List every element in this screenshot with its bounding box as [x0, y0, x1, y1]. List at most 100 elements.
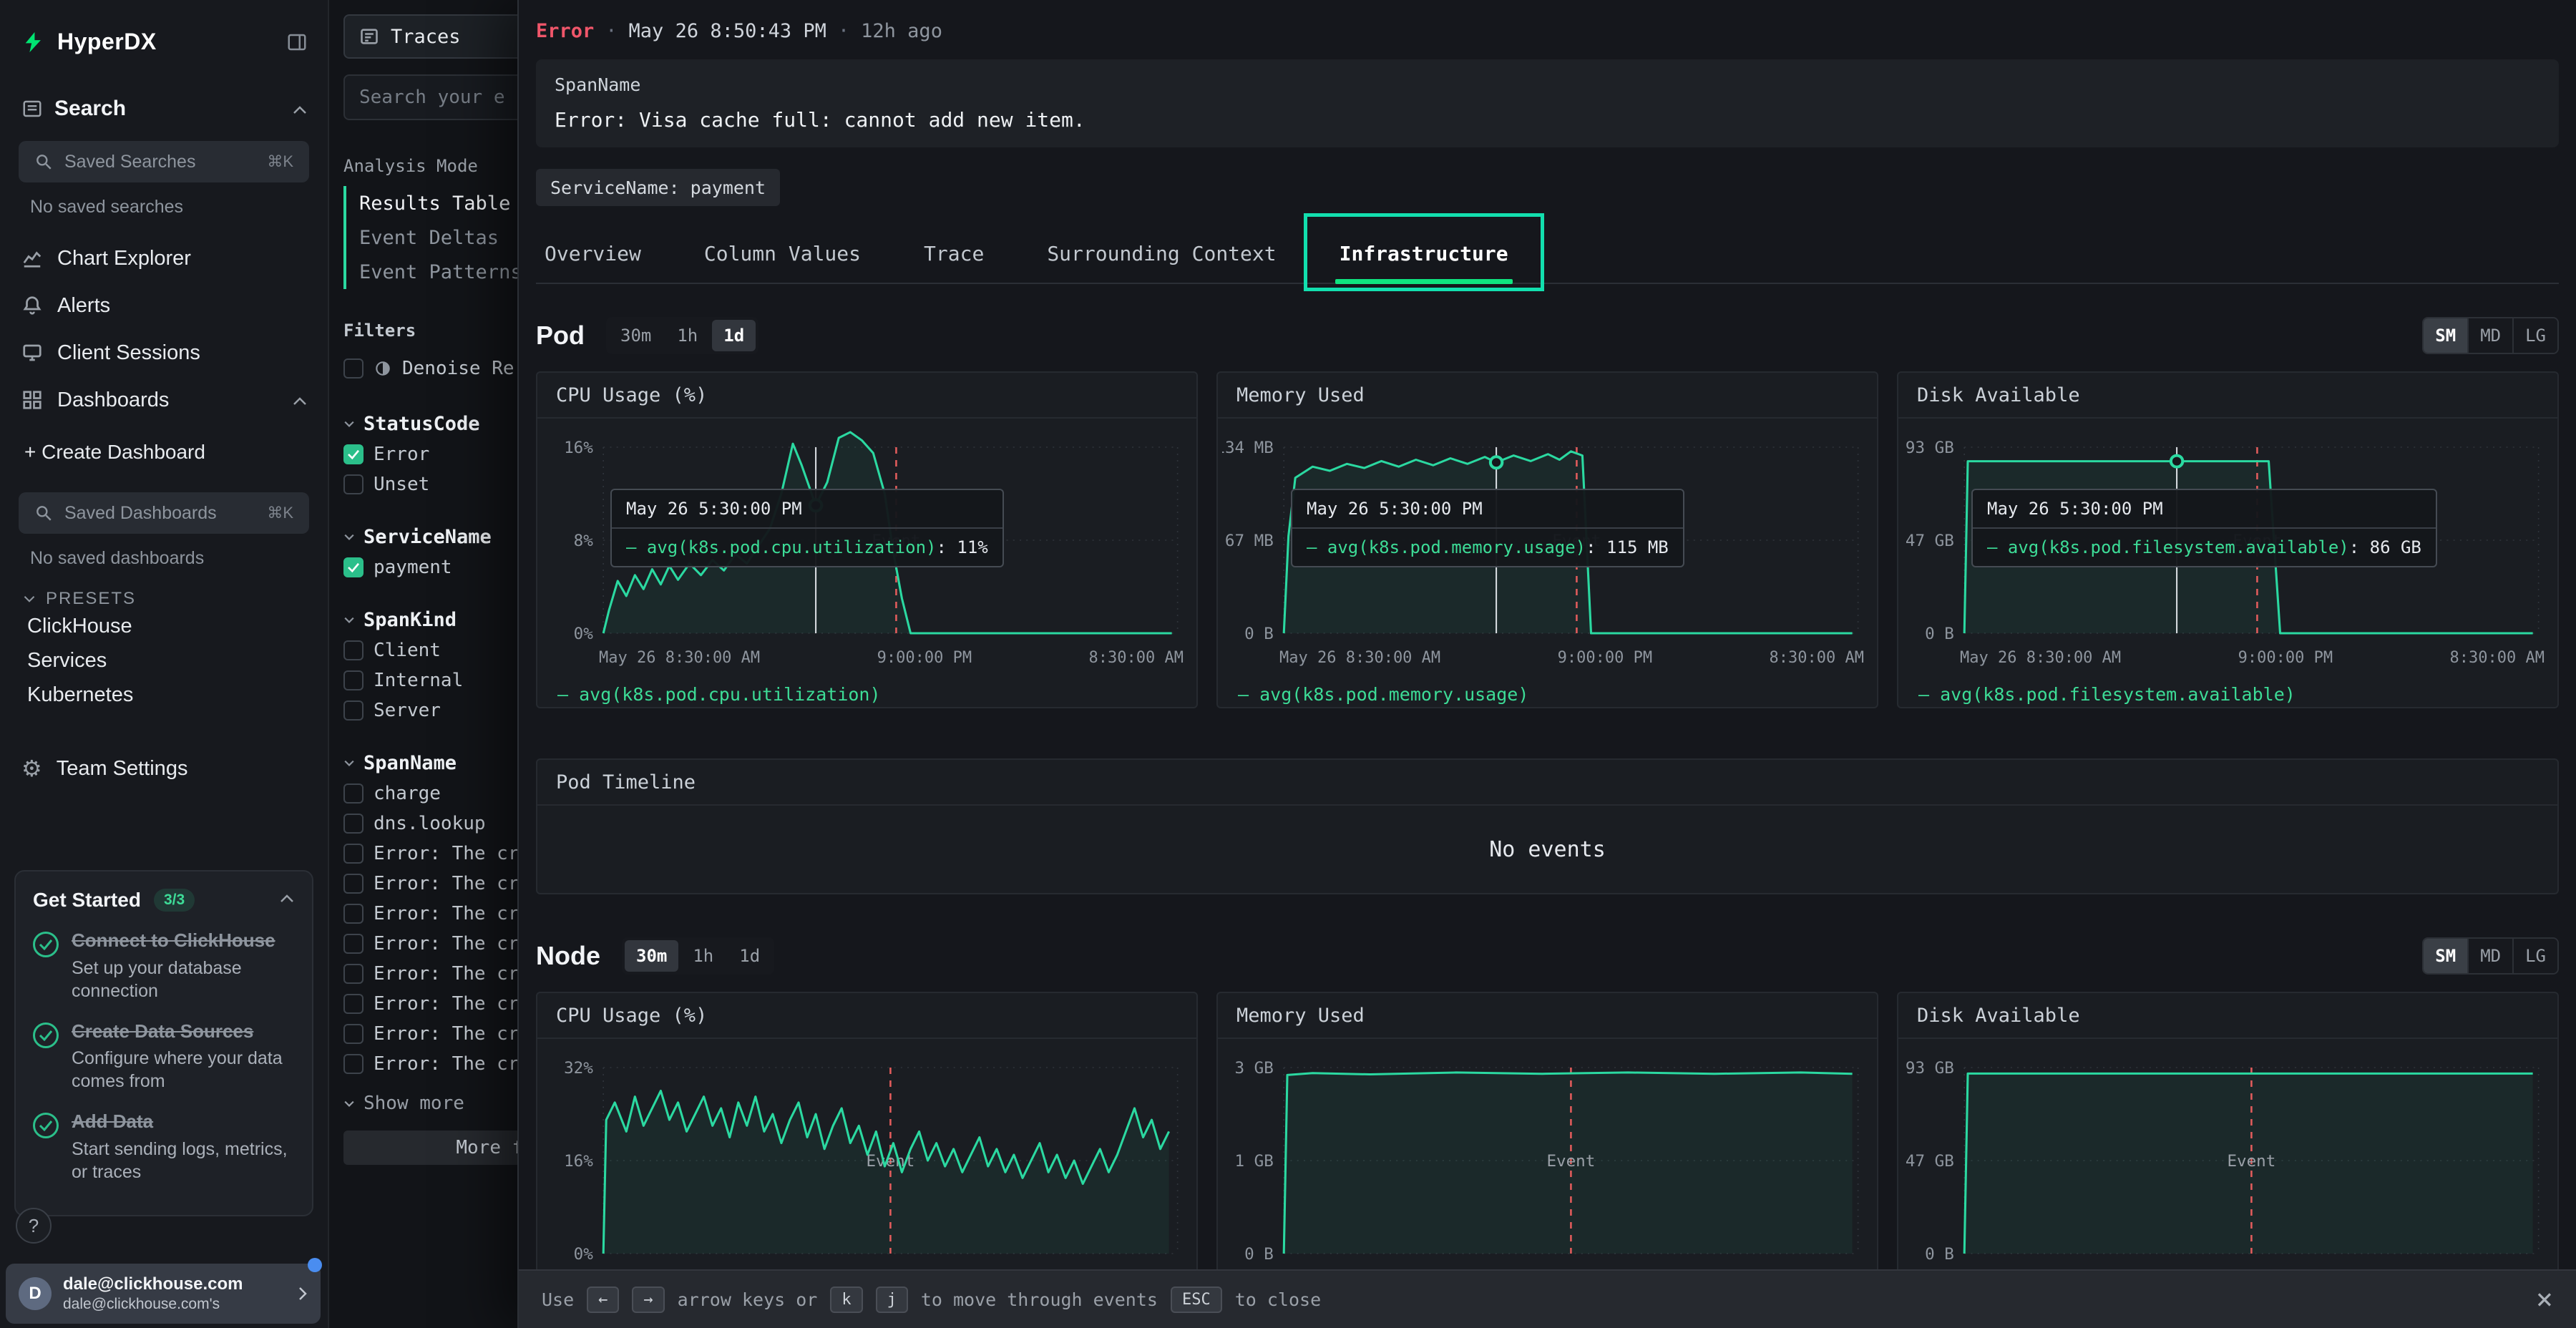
mode-event-deltas[interactable]: Event Deltas [346, 220, 517, 255]
filter-option[interactable]: Client [343, 635, 517, 665]
saved-dashboards-input[interactable]: Saved Dashboards ⌘K [19, 492, 309, 534]
preset-clickhouse[interactable]: ClickHouse [0, 609, 328, 643]
source-select[interactable]: Traces [343, 14, 517, 59]
tab-trace[interactable]: Trace [921, 230, 987, 283]
filter-option[interactable]: Error: The cr [343, 839, 517, 869]
denoise-label: Denoise Re [402, 358, 514, 379]
preset-services[interactable]: Services [0, 643, 328, 678]
create-dashboard-button[interactable]: + Create Dashboard [0, 432, 328, 472]
event-detail-scroll[interactable]: Error · May 26 8:50:43 PM · 12h ago Span… [519, 0, 2576, 1328]
svg-text:47 GB: 47 GB [1906, 532, 1954, 551]
pod-size-md[interactable]: MD [2467, 318, 2512, 353]
tooltip-value: : 11% [936, 537, 987, 557]
checkbox-icon [343, 844, 364, 864]
pod-range-30m[interactable]: 30m [609, 320, 663, 351]
more-filters-button[interactable]: More fil [343, 1131, 517, 1165]
close-icon[interactable]: × [2536, 1285, 2553, 1314]
get-started-item[interactable]: Connect to ClickHouse Set up your databa… [33, 929, 295, 1002]
presets-toggle[interactable]: PRESETS [0, 569, 328, 609]
filter-option-label: Error: The cr [374, 903, 517, 924]
pod-memory-plot[interactable]: 134 MB67 MB0 BEvent May 26 5:30:00 PM — … [1222, 429, 1868, 643]
pod-size-sm[interactable]: SM [2424, 318, 2467, 353]
filter-option[interactable]: Server [343, 695, 517, 726]
filter-group-spankind[interactable]: SpanKind [343, 604, 517, 635]
chart-title: Memory Used [1236, 1005, 1365, 1027]
node-range-30m[interactable]: 30m [625, 940, 678, 972]
show-more-button[interactable]: Show more [343, 1088, 517, 1119]
filter-option[interactable]: Error: The cr [343, 869, 517, 899]
filter-option[interactable]: Error: The cr [343, 959, 517, 989]
pod-size-lg[interactable]: LG [2512, 318, 2557, 353]
j-key[interactable]: j [876, 1286, 908, 1313]
span-message-box: SpanName Error: Visa cache full: cannot … [536, 59, 2559, 147]
filter-option[interactable]: dns.lookup [343, 809, 517, 839]
node-range-1d[interactable]: 1d [728, 940, 771, 972]
chevron-down-icon [23, 595, 36, 603]
pod-section-header: Pod 30m 1h 1d SM MD LG [536, 317, 2559, 354]
get-started-header[interactable]: Get Started 3/3 [33, 889, 295, 912]
pod-range-1d[interactable]: 1d [712, 320, 756, 351]
chevron-down-icon [343, 533, 355, 541]
tab-surrounding-context[interactable]: Surrounding Context [1044, 230, 1279, 283]
arrow-right-key[interactable]: → [632, 1286, 664, 1313]
filter-option[interactable]: Error: The cr [343, 1019, 517, 1049]
svg-text:0%: 0% [574, 625, 594, 644]
filter-option[interactable]: payment [343, 552, 517, 582]
sidebar-item-team-settings[interactable]: ⚙ Team Settings [0, 745, 328, 792]
node-disk-plot[interactable]: 93 GB47 GB0 BEvent [1903, 1049, 2549, 1264]
event-search-input[interactable]: Search your e [343, 74, 517, 120]
filter-group-servicename[interactable]: ServiceName [343, 521, 517, 552]
keyboard-hints-bar: Use ← → arrow keys or k j to move throug… [519, 1269, 2576, 1328]
sidebar-item-chart-explorer[interactable]: Chart Explorer [0, 235, 328, 282]
node-memory-plot[interactable]: 3 GB1 GB0 BEvent [1222, 1049, 1868, 1264]
svg-text:0%: 0% [574, 1246, 594, 1264]
filter-option[interactable]: Error: The cr [343, 1049, 517, 1079]
chevron-right-icon [298, 1286, 308, 1302]
get-started-item[interactable]: Add Data Start sending logs, metrics, or… [33, 1110, 295, 1183]
node-size-sm[interactable]: SM [2424, 939, 2467, 973]
collapse-sidebar-icon[interactable] [286, 31, 308, 53]
sidebar-item-client-sessions[interactable]: Client Sessions [0, 329, 328, 376]
search-section-header[interactable]: Search [0, 97, 328, 121]
checkbox-icon [343, 994, 364, 1014]
user-menu[interactable]: D dale@clickhouse.com dale@clickhouse.co… [6, 1264, 321, 1324]
mode-results-table[interactable]: Results Table [346, 186, 517, 220]
filter-group-spanname[interactable]: SpanName [343, 747, 517, 778]
svg-text:1 GB: 1 GB [1235, 1153, 1274, 1171]
filter-option[interactable]: Error: The cr [343, 989, 517, 1019]
filter-option[interactable]: Error: The cr [343, 929, 517, 959]
tab-overview[interactable]: Overview [542, 230, 644, 283]
get-started-item[interactable]: Create Data Sources Configure where your… [33, 1020, 295, 1093]
filter-option[interactable]: charge [343, 778, 517, 809]
get-started-item-desc: Set up your database connection [72, 957, 295, 1002]
node-range-1h[interactable]: 1h [681, 940, 725, 972]
node-size-md[interactable]: MD [2467, 939, 2512, 973]
sidebar-item-dashboards[interactable]: Dashboards [0, 376, 328, 424]
filter-group-statuscode[interactable]: StatusCode [343, 408, 517, 439]
help-button[interactable]: ? [16, 1208, 52, 1244]
shortcut-hint: ⌘K [267, 504, 293, 522]
filter-option-label: Error: The cr [374, 873, 517, 894]
k-key[interactable]: k [830, 1286, 862, 1313]
filter-option[interactable]: Internal [343, 665, 517, 695]
filter-option[interactable]: Unset [343, 469, 517, 499]
tab-column-values[interactable]: Column Values [701, 230, 864, 283]
tab-infrastructure[interactable]: Infrastructure [1337, 230, 1511, 283]
x-axis-ticks: May 26 8:30:00 AM9:00:00 PM8:30:00 AM [537, 643, 1196, 667]
service-name-tag[interactable]: ServiceName: payment [536, 169, 780, 206]
filter-option[interactable]: Error [343, 439, 517, 469]
node-size-lg[interactable]: LG [2512, 939, 2557, 973]
arrow-left-key[interactable]: ← [587, 1286, 619, 1313]
pod-disk-plot[interactable]: 93 GB47 GB0 BEvent May 26 5:30:00 PM — a… [1903, 429, 2549, 643]
sidebar-item-alerts[interactable]: Alerts [0, 282, 328, 329]
pod-disk-chart-card: Disk Available 93 GB47 GB0 BEvent May 26… [1897, 371, 2559, 708]
saved-searches-input[interactable]: Saved Searches ⌘K [19, 141, 309, 182]
denoise-results-toggle[interactable]: Denoise Re [343, 351, 517, 386]
pod-range-1h[interactable]: 1h [665, 320, 709, 351]
node-cpu-plot[interactable]: 32%16%0%Event [542, 1049, 1188, 1264]
mode-event-patterns[interactable]: Event Patterns [346, 255, 517, 289]
preset-kubernetes[interactable]: Kubernetes [0, 678, 328, 712]
filter-option[interactable]: Error: The cr [343, 899, 517, 929]
esc-key[interactable]: ESC [1171, 1286, 1222, 1313]
pod-cpu-plot[interactable]: 16%8%0%Event May 26 5:30:00 PM — avg(k8s… [542, 429, 1188, 643]
